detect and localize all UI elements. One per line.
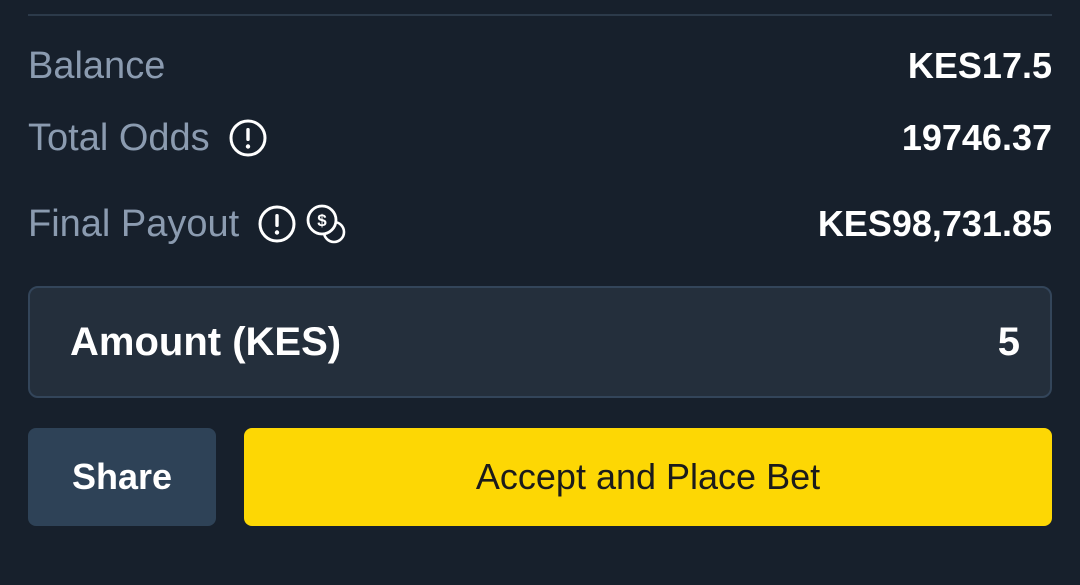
balance-label: Balance bbox=[28, 44, 166, 87]
balance-value: KES17.5 bbox=[907, 45, 1052, 86]
coin-icon[interactable]: $ bbox=[305, 203, 347, 245]
share-button[interactable]: Share bbox=[28, 428, 216, 526]
svg-text:$: $ bbox=[318, 211, 328, 230]
amount-input[interactable]: Amount (KES) 5 bbox=[28, 286, 1052, 398]
place-bet-button[interactable]: Accept and Place Bet bbox=[244, 428, 1052, 526]
top-divider bbox=[28, 14, 1052, 16]
info-icon[interactable] bbox=[228, 118, 268, 158]
total-odds-value: 19746.37 bbox=[901, 117, 1052, 158]
total-odds-row: Total Odds 19746.37 bbox=[28, 112, 1052, 164]
amount-value[interactable]: 5 bbox=[998, 320, 1020, 365]
info-icon[interactable] bbox=[257, 204, 297, 244]
total-odds-label: Total Odds bbox=[28, 116, 210, 159]
final-payout-value: KES98,731.85 bbox=[817, 203, 1052, 244]
balance-row: Balance KES17.5 bbox=[28, 40, 1052, 92]
final-payout-row: Final Payout $ KES98,731.85 bbox=[28, 196, 1052, 252]
final-payout-label: Final Payout bbox=[28, 202, 240, 245]
amount-label: Amount (KES) bbox=[70, 319, 342, 364]
